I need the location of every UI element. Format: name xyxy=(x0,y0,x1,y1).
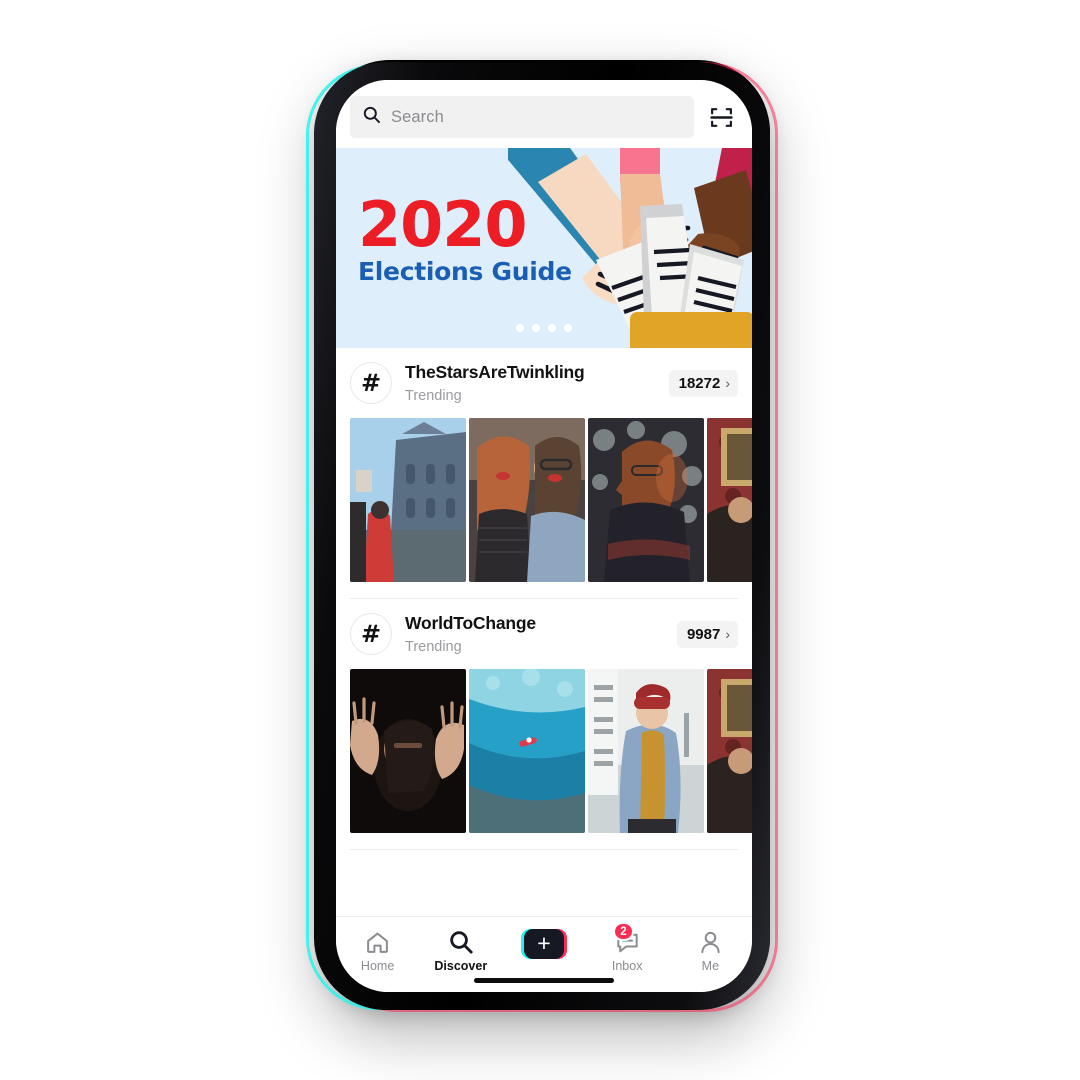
search-placeholder: Search xyxy=(391,107,444,126)
elections-guide-banner[interactable]: 2020 Elections Guide xyxy=(336,148,752,348)
hashtag-icon: # xyxy=(350,362,392,404)
banner-subtitle: Elections Guide xyxy=(358,257,572,287)
hashtag-thumbnail-row[interactable] xyxy=(336,414,752,598)
video-thumbnail[interactable] xyxy=(469,418,585,582)
tab-home[interactable]: Home xyxy=(346,927,410,973)
hashtag-count-value: 9987 xyxy=(686,625,721,643)
hashtag-meta: TheStarsAreTwinkling Trending xyxy=(405,362,669,404)
video-thumbnail[interactable] xyxy=(469,669,585,833)
search-icon xyxy=(362,105,381,129)
pagination-dot[interactable] xyxy=(548,324,556,332)
create-core: + xyxy=(523,929,564,959)
hashtag-header-row[interactable]: # TheStarsAreTwinkling Trending 18272 › xyxy=(336,348,752,414)
video-thumbnail[interactable] xyxy=(350,418,466,582)
chevron-right-icon: › xyxy=(725,375,730,391)
banner-pagination-dots[interactable] xyxy=(516,324,572,332)
search-icon xyxy=(448,927,474,955)
tab-create[interactable]: + xyxy=(512,927,576,963)
video-thumbnail[interactable] xyxy=(350,669,466,833)
home-indicator[interactable] xyxy=(474,978,614,983)
hashtag-count-value: 18272 xyxy=(678,374,721,392)
create-icon: + xyxy=(520,927,567,959)
video-thumbnail[interactable] xyxy=(707,669,752,833)
pagination-dot[interactable] xyxy=(516,324,524,332)
hashtag-section: # TheStarsAreTwinkling Trending 18272 › xyxy=(336,348,752,598)
video-thumbnail[interactable] xyxy=(707,418,752,582)
hashtag-count-badge[interactable]: 9987 › xyxy=(676,620,738,648)
phone-screen: Search 2020 Elections Guide # TheStarsAr… xyxy=(336,80,752,992)
hashtag-status: Trending xyxy=(405,388,462,404)
pagination-dot[interactable] xyxy=(564,324,572,332)
search-bar: Search xyxy=(336,80,752,148)
tab-discover[interactable]: Discover xyxy=(429,927,493,973)
plus-icon: + xyxy=(537,929,551,956)
hashtag-icon: # xyxy=(350,613,392,655)
hashtag-thumbnail-row[interactable] xyxy=(336,665,752,849)
banner-year: 2020 xyxy=(358,188,528,261)
tab-inbox[interactable]: 2 Inbox xyxy=(595,922,659,973)
tab-me[interactable]: Me xyxy=(678,927,742,973)
create-button[interactable]: + xyxy=(520,929,567,959)
video-thumbnail[interactable] xyxy=(588,418,704,582)
inbox-badge: 2 xyxy=(613,922,634,941)
search-input[interactable]: Search xyxy=(350,96,694,138)
inbox-icon: 2 xyxy=(613,922,640,955)
chevron-right-icon: › xyxy=(725,626,730,642)
screenshot-stage: Search 2020 Elections Guide # TheStarsAr… xyxy=(0,0,1080,1080)
hashtag-count-badge[interactable]: 18272 › xyxy=(668,369,738,397)
hashtag-status: Trending xyxy=(405,639,462,655)
video-thumbnail[interactable] xyxy=(588,669,704,833)
pagination-dot[interactable] xyxy=(532,324,540,332)
scan-icon[interactable] xyxy=(704,100,738,134)
banner-text-block: 2020 Elections Guide xyxy=(358,188,572,287)
hashtag-section: # WorldToChange Trending 9987 › xyxy=(336,599,752,849)
tab-label: Me xyxy=(701,959,720,973)
hashtag-header-row[interactable]: # WorldToChange Trending 9987 › xyxy=(336,599,752,665)
tab-label: Discover xyxy=(434,959,488,973)
hashtag-meta: WorldToChange Trending xyxy=(405,613,677,655)
home-icon xyxy=(365,927,390,955)
section-divider xyxy=(350,849,738,850)
tab-label: Inbox xyxy=(611,959,643,973)
person-icon xyxy=(698,927,723,955)
hashtag-name: TheStarsAreTwinkling xyxy=(405,362,585,382)
hashtag-name: WorldToChange xyxy=(405,613,536,633)
tab-label: Home xyxy=(360,959,395,973)
